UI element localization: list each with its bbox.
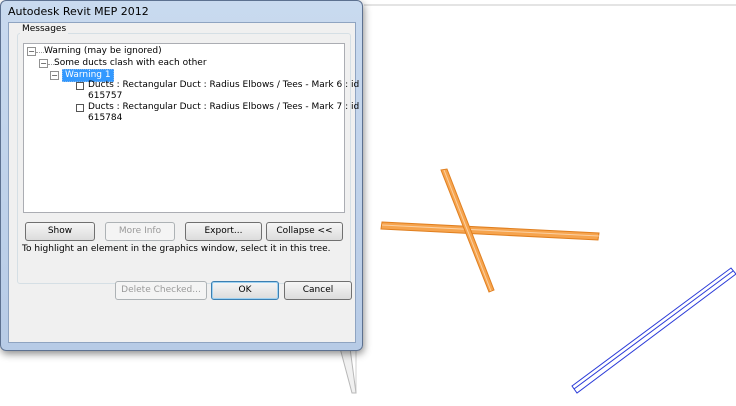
more-info-button[interactable]: More Info (105, 222, 175, 241)
messages-group: Messages − Warning (may be ignored) − So… (17, 24, 359, 284)
element-checkbox[interactable] (76, 104, 84, 112)
cancel-button[interactable]: Cancel (284, 281, 352, 300)
tree-node-element-2[interactable]: Ducts : Rectangular Duct : Radius Elbows… (88, 102, 359, 113)
messages-tree[interactable]: − Warning (may be ignored) − Some ducts … (23, 43, 359, 213)
collapse-button[interactable]: Collapse << (266, 222, 343, 241)
window-title: Autodesk Revit MEP 2012 (8, 5, 149, 18)
export-button[interactable]: Export... (185, 222, 262, 241)
element-checkbox[interactable] (76, 82, 84, 90)
tree-connector (36, 52, 44, 53)
collapse-icon[interactable]: − (50, 71, 59, 80)
duct-mark-7[interactable] (380, 221, 600, 241)
tree-node-element-2-id: 615784 (88, 113, 123, 123)
view-edge-shape (339, 347, 357, 394)
warning-dialog: Autodesk Revit MEP 2012 Messages − Warni… (0, 0, 363, 351)
show-button[interactable]: Show (25, 222, 95, 241)
duct-blue[interactable] (571, 267, 736, 394)
delete-checked-button[interactable]: Delete Checked... (115, 281, 207, 300)
collapse-icon[interactable]: − (27, 47, 36, 56)
tree-node-element-1-id: 615757 (88, 91, 123, 101)
collapse-icon[interactable]: − (39, 59, 48, 68)
hint-text: To highlight an element in the graphics … (22, 244, 331, 254)
ok-button[interactable]: OK (211, 281, 279, 300)
tree-node-clash-group[interactable]: Some ducts clash with each other (54, 58, 207, 69)
tree-node-element-1[interactable]: Ducts : Rectangular Duct : Radius Elbows… (88, 80, 359, 91)
dialog-client: Messages − Warning (may be ignored) − So… (8, 22, 359, 343)
tree-node-warning-group[interactable]: Warning (may be ignored) (44, 46, 162, 57)
messages-label: Messages (20, 24, 69, 34)
